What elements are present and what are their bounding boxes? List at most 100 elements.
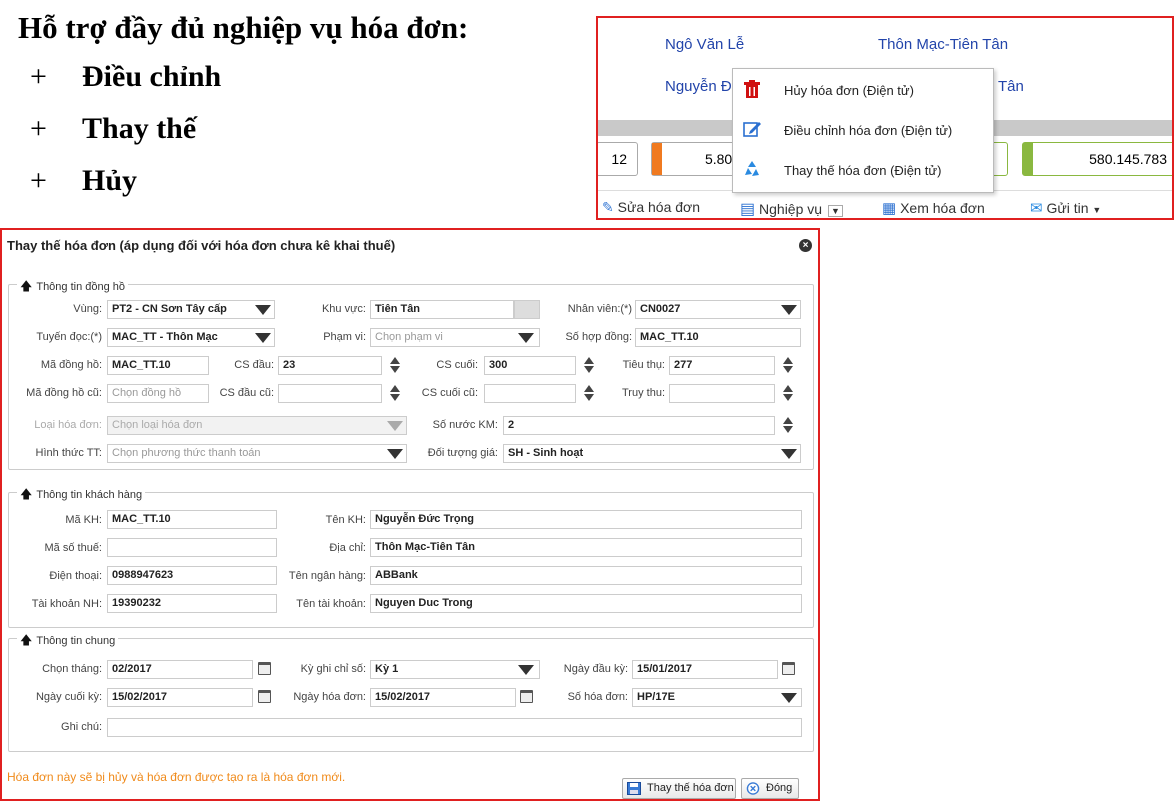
old-end-index-input[interactable] <box>484 384 576 403</box>
customer-name-1: Ngô Văn Lễ <box>665 36 745 53</box>
contract-input[interactable]: MAC_TT.10 <box>635 328 801 347</box>
operations-menu: Hủy hóa đơn (Điện tử) Điều chỉnh hóa đơn… <box>732 68 994 193</box>
send-message-button[interactable]: ✉ Gửi tin ▼ <box>1030 199 1101 217</box>
operations-button[interactable]: ▤ Nghiệp vụ ▼ <box>740 199 843 218</box>
free-water-spinner-icon[interactable] <box>782 417 794 433</box>
invoice-date-input[interactable]: 15/02/2017 <box>370 688 516 707</box>
invoice-type-dropdown-icon[interactable] <box>387 421 403 431</box>
envelope-icon: ✉ <box>1030 200 1043 217</box>
customer-info-legend[interactable]: 🡅 Thông tin khách hàng <box>17 485 146 506</box>
old-start-index-spinner-icon[interactable] <box>389 385 401 401</box>
meter-code-input[interactable]: MAC_TT.10 <box>107 356 209 375</box>
trash-icon <box>744 80 760 98</box>
calendar-icon[interactable] <box>520 690 533 703</box>
start-index-spinner-icon[interactable] <box>389 357 401 373</box>
invoice-number-select[interactable]: HP/17E <box>632 688 802 707</box>
payment-method-dropdown-icon[interactable] <box>387 449 403 459</box>
meter-code-label: Mã đồng hồ: <box>40 359 102 371</box>
feature-item-replace: + Thay thế <box>30 112 197 145</box>
invoice-list-panel: Ngô Văn Lễ Thôn Mạc-Tiên Tân Nguyễn Đ Tâ… <box>596 16 1174 220</box>
replace-invoice-button[interactable]: Thay thế hóa đơn <box>622 778 736 799</box>
start-index-label: CS đầu: <box>234 359 274 371</box>
close-circle-icon <box>746 782 760 795</box>
menu-item-cancel-invoice[interactable]: Hủy hóa đơn (Điện tử) <box>733 73 993 109</box>
calendar-icon[interactable] <box>258 662 271 675</box>
dialog-title: Thay thế hóa đơn (áp dụng đối với hóa đơ… <box>7 238 396 253</box>
address-input[interactable]: Thôn Mạc-Tiên Tân <box>370 538 802 557</box>
price-group-dropdown-icon[interactable] <box>781 449 797 459</box>
close-icon[interactable]: × <box>799 239 812 252</box>
invoice-type-label: Loại hóa đơn: <box>34 419 102 431</box>
customer-name-input[interactable]: Nguyễn Đức Trọng <box>370 510 802 529</box>
end-index-label: CS cuối: <box>436 359 478 371</box>
feature-item-adjust: + Điều chỉnh <box>30 60 222 93</box>
region-dropdown-icon[interactable] <box>255 305 271 315</box>
menu-item-adjust-invoice[interactable]: Điều chỉnh hóa đơn (Điện tử) <box>733 113 993 149</box>
calendar-icon[interactable] <box>258 690 271 703</box>
phone-label: Điện thoại: <box>49 570 102 582</box>
month-input[interactable]: 02/2017 <box>107 660 253 679</box>
customer-address-2: Tân <box>998 78 1024 95</box>
period-start-input[interactable]: 15/01/2017 <box>632 660 778 679</box>
customer-code-label: Mã KH: <box>65 514 102 526</box>
customer-code-input[interactable]: MAC_TT.10 <box>107 510 277 529</box>
bank-name-input[interactable]: ABBank <box>370 566 802 585</box>
arrears-input[interactable] <box>669 384 775 403</box>
recycle-icon <box>745 161 759 176</box>
edit-invoice-button[interactable]: ✎ Sửa hóa đơn <box>602 199 700 216</box>
payment-method-select[interactable]: Chọn phương thức thanh toán <box>107 444 407 463</box>
customer-name-label: Tên KH: <box>325 514 366 526</box>
route-select[interactable]: MAC_TT - Thôn Mạc <box>107 328 275 347</box>
route-dropdown-icon[interactable] <box>255 333 271 343</box>
calendar-icon[interactable] <box>782 662 795 675</box>
reading-period-dropdown-icon[interactable] <box>518 665 534 675</box>
document-icon: ▤ <box>740 201 756 218</box>
scope-dropdown-icon[interactable] <box>518 333 534 343</box>
old-end-index-label: CS cuối cũ: <box>421 387 478 399</box>
old-start-index-input[interactable] <box>278 384 382 403</box>
close-dialog-button[interactable]: Đóng <box>741 778 799 799</box>
view-invoice-button[interactable]: ▦ Xem hóa đơn <box>882 199 985 217</box>
invoice-number-dropdown-icon[interactable] <box>781 693 797 703</box>
collapse-arrow-icon: 🡅 <box>20 279 33 293</box>
phone-input[interactable]: 0988947623 <box>107 566 277 585</box>
contract-label: Số hợp đồng: <box>565 331 632 343</box>
note-label: Ghi chú: <box>61 721 102 733</box>
account-name-input[interactable]: Nguyen Duc Trong <box>370 594 802 613</box>
save-icon <box>627 782 641 795</box>
arrears-label: Truy thu: <box>622 387 665 399</box>
free-water-input[interactable]: 2 <box>503 416 775 435</box>
old-end-index-spinner-icon[interactable] <box>583 385 595 401</box>
area-input[interactable]: Tiên Tân <box>370 300 514 319</box>
menu-item-replace-invoice[interactable]: Thay thế hóa đơn (Điện tử) <box>733 153 993 189</box>
end-index-input[interactable]: 300 <box>484 356 576 375</box>
note-input[interactable] <box>107 718 802 737</box>
customer-address-1: Thôn Mạc-Tiên Tân <box>878 36 1009 53</box>
price-group-select[interactable]: SH - Sinh hoạt <box>503 444 801 463</box>
consumption-input[interactable]: 277 <box>669 356 775 375</box>
bank-account-input[interactable]: 19390232 <box>107 594 277 613</box>
area-picker-button[interactable] <box>514 300 540 319</box>
count-box: 12 <box>598 142 638 176</box>
scope-select[interactable]: Chọn phạm vi <box>370 328 540 347</box>
staff-dropdown-icon[interactable] <box>781 305 797 315</box>
arrears-spinner-icon[interactable] <box>782 385 794 401</box>
general-info-legend[interactable]: 🡅 Thông tin chung <box>17 631 119 652</box>
caret-down-icon: ▼ <box>1092 205 1102 215</box>
old-meter-select[interactable]: Chọn đồng hồ <box>107 384 209 403</box>
tax-code-input[interactable] <box>107 538 277 557</box>
staff-label: Nhân viên:(*) <box>567 303 632 315</box>
chevron-down-icon[interactable]: ▼ <box>827 205 843 217</box>
area-label: Khu vực: <box>321 303 366 315</box>
staff-select[interactable]: CN0027 <box>635 300 801 319</box>
end-index-spinner-icon[interactable] <box>583 357 595 373</box>
period-end-input[interactable]: 15/02/2017 <box>107 688 253 707</box>
consumption-spinner-icon[interactable] <box>782 357 794 373</box>
route-label: Tuyến đọc:(*) <box>36 331 102 343</box>
start-index-input[interactable]: 23 <box>278 356 382 375</box>
invoice-type-select[interactable]: Chọn loại hóa đơn <box>107 416 407 435</box>
meter-info-legend[interactable]: 🡅 Thông tin đồng hồ <box>17 277 129 298</box>
collapse-arrow-icon: 🡅 <box>20 633 33 647</box>
reading-period-select[interactable]: Kỳ 1 <box>370 660 540 679</box>
region-select[interactable]: PT2 - CN Sơn Tây cấp <box>107 300 275 319</box>
